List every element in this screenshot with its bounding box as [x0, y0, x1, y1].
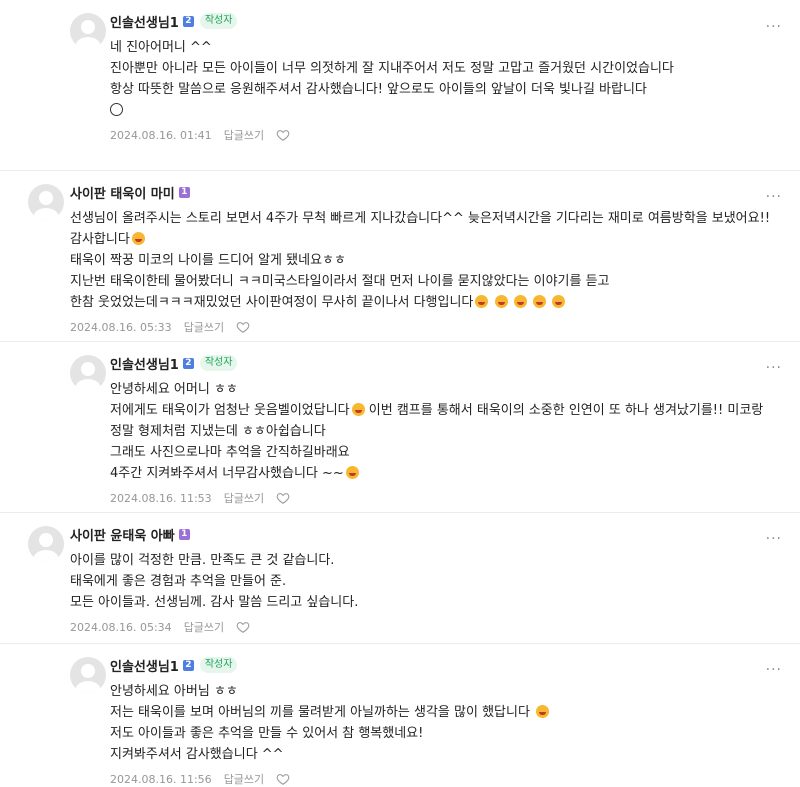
comment-line-text: 저는 태욱이를 보며 아버님의 끼를 물려받게 아닐까하는 생각을 많이 했답니…: [110, 705, 530, 720]
author-badge: 작성자: [199, 13, 238, 29]
comment-meta: 2024.08.16. 11:53 답글쓰기: [110, 490, 780, 506]
comment-text: 선생님이 올려주시는 스토리 보면서 4주가 무척 빠르게 지나갔습니다^^ 늦…: [70, 208, 780, 313]
comment-line: 항상 따뜻한 말씀으로 응원해주셔서 감사했습니다! 앞으로도 아이들의 앞날이…: [110, 79, 780, 100]
comment-line: 지켜봐주셔서 감사했습니다 ^^: [110, 747, 284, 762]
comment-line: 아이를 많이 걱정한 만큼. 만족도 큰 것 같습니다.: [70, 553, 335, 568]
level-badge-icon: 1: [178, 186, 190, 198]
comment-line: 네 진아어머니 ^^: [110, 40, 212, 55]
grin-emoji-icon: [513, 295, 527, 308]
reply-button[interactable]: 답글쓰기: [224, 127, 264, 143]
author-badge: 작성자: [199, 657, 238, 673]
comment-line: 그래도 사진으로나마 추억을 간직하길바래요: [110, 445, 350, 460]
comment-body: 사이판 태욱이 마미 1 선생님이 올려주시는 스토리 보면서 4주가 무척 빠…: [70, 181, 780, 335]
comment-text: 네 진아어머니 ^^ 진아뿐만 아니라 모든 아이들이 너무 의젓하게 잘 지내…: [110, 37, 780, 121]
nickname[interactable]: 인솔선생님1: [110, 656, 179, 675]
comment-line: 한참 웃었었는데ㅋㅋㅋ재밌었던 사이판여정이 무사히 끝이나서 다행입니다: [70, 292, 780, 313]
comment-line: [110, 100, 780, 121]
avatar[interactable]: [70, 355, 106, 391]
comment-line: 모든 아이들과. 선생님께. 감사 말씀 드리고 싶습니다.: [70, 595, 359, 610]
grin-emoji-icon: [131, 232, 145, 245]
comment-item: ··· 사이판 태욱이 마미 1 선생님이 올려주시는 스토리 보면서 4주가 …: [0, 171, 800, 342]
comment-item: ··· 사이판 윤태욱 아빠 1 아이를 많이 걱정한 만큼. 만족도 큰 것 …: [0, 513, 800, 644]
comment-line: 저도 아이들과 좋은 추억을 만들 수 있어서 참 행복했네요!: [110, 726, 424, 741]
comment-body: 인솔선생님1 2 작성자 안녕하세요 아버님 ㅎㅎ 저는 태욱이를 보며 아버님…: [110, 654, 780, 787]
heart-icon[interactable]: [276, 491, 290, 505]
comment-line: 선생님이 올려주시는 스토리 보면서 4주가 무척 빠르게 지나갔습니다^^ 늦…: [70, 208, 780, 250]
comment-line-text: 한참 웃었었는데ㅋㅋㅋ재밌었던 사이판여정이 무사히 끝이나서 다행입니다: [70, 295, 474, 310]
comment-date: 2024.08.16. 05:34: [70, 620, 172, 634]
grin-emoji-icon: [494, 295, 508, 308]
comment-line: 진아뿐만 아니라 모든 아이들이 너무 의젓하게 잘 지내주어서 저도 정말 고…: [110, 61, 674, 76]
comment-body: 인솔선생님1 2 작성자 네 진아어머니 ^^ 진아뿐만 아니라 모든 아이들이…: [110, 10, 780, 143]
comment-header: 인솔선생님1 2 작성자: [110, 10, 780, 32]
comment-header: 사이판 윤태욱 아빠 1: [70, 523, 780, 545]
comment-line: 4주간 지켜봐주셔서 너무감사했습니다 ~~: [110, 463, 780, 484]
reply-button[interactable]: 답글쓰기: [184, 319, 224, 335]
comment-body: 사이판 윤태욱 아빠 1 아이를 많이 걱정한 만큼. 만족도 큰 것 같습니다…: [70, 523, 780, 635]
comment-date: 2024.08.16. 01:41: [110, 128, 212, 142]
grin-emoji-icon: [475, 295, 489, 308]
comment-meta: 2024.08.16. 05:34 답글쓰기: [70, 619, 780, 635]
reply-button[interactable]: 답글쓰기: [224, 771, 264, 787]
comment-item: ··· 인솔선생님1 2 작성자 네 진아어머니 ^^ 진아뿐만 아니라 모든 …: [0, 0, 800, 171]
level-badge-icon: 2: [182, 15, 194, 27]
comment-meta: 2024.08.16. 05:33 답글쓰기: [70, 319, 780, 335]
comment-line: 태욱이 짝꿍 미코의 나이를 드디어 알게 됐네요ㅎㅎ: [70, 253, 346, 268]
comment-text: 안녕하세요 어머니 ㅎㅎ 저에게도 태욱이가 엄청난 웃음벨이었답니다 이번 캠…: [110, 379, 780, 484]
heart-icon[interactable]: [276, 772, 290, 786]
comment-item: ··· 인솔선생님1 2 작성자 안녕하세요 어머니 ㅎㅎ 저에게도 태욱이가 …: [0, 342, 800, 513]
comment-meta: 2024.08.16. 01:41 답글쓰기: [110, 127, 780, 143]
grin-emoji-icon: [551, 295, 565, 308]
avatar[interactable]: [70, 657, 106, 693]
author-badge: 작성자: [199, 355, 238, 371]
nickname[interactable]: 사이판 태욱이 마미: [70, 183, 175, 202]
comment-line: 안녕하세요 어머니 ㅎㅎ: [110, 382, 238, 397]
grin-emoji-icon: [536, 705, 550, 718]
comment-header: 인솔선생님1 2 작성자: [110, 654, 780, 676]
comment-date: 2024.08.16. 05:33: [70, 320, 172, 334]
nickname[interactable]: 사이판 윤태욱 아빠: [70, 525, 175, 544]
avatar[interactable]: [70, 13, 106, 49]
smiling-face-emoji-icon: [345, 466, 359, 479]
avatar[interactable]: [28, 526, 64, 562]
grin-emoji-icon: [351, 403, 365, 416]
comment-line: 저에게도 태욱이가 엄청난 웃음벨이었답니다 이번 캠프를 통해서 태욱이의 소…: [110, 400, 780, 442]
comment-body: 인솔선생님1 2 작성자 안녕하세요 어머니 ㅎㅎ 저에게도 태욱이가 엄청난 …: [110, 352, 780, 506]
level-badge-icon: 1: [178, 528, 190, 540]
level-badge-icon: 2: [182, 357, 194, 369]
comment-line-text: 저에게도 태욱이가 엄청난 웃음벨이었답니다: [110, 403, 350, 418]
grin-emoji-icon: [532, 295, 546, 308]
comment-line: 지난번 태욱이한테 물어봤더니 ㅋㅋ미국스타일이라서 절대 먼저 나이를 묻지않…: [70, 274, 610, 289]
avatar[interactable]: [28, 184, 64, 220]
comment-text: 안녕하세요 아버님 ㅎㅎ 저는 태욱이를 보며 아버님의 끼를 물려받게 아닐까…: [110, 681, 780, 765]
comment-date: 2024.08.16. 11:56: [110, 772, 212, 786]
heart-icon[interactable]: [236, 620, 250, 634]
comment-date: 2024.08.16. 11:53: [110, 491, 212, 505]
comment-line: 태욱에게 좋은 경험과 추억을 만들어 준.: [70, 574, 287, 589]
comment-line: 안녕하세요 아버님 ㅎㅎ: [110, 684, 238, 699]
smile-emoji-icon: [110, 103, 123, 116]
comment-line-text: 선생님이 올려주시는 스토리 보면서 4주가 무척 빠르게 지나갔습니다^^ 늦…: [70, 211, 771, 247]
comment-line-text: 항상 따뜻한 말씀으로 응원해주셔서 감사했습니다! 앞으로도 아이들의 앞날이…: [110, 82, 647, 97]
comment-meta: 2024.08.16. 11:56 답글쓰기: [110, 771, 780, 787]
comment-item: ··· 인솔선생님1 2 작성자 안녕하세요 아버님 ㅎㅎ 저는 태욱이를 보며…: [0, 644, 800, 787]
heart-icon[interactable]: [236, 320, 250, 334]
level-badge-icon: 2: [182, 659, 194, 671]
comment-text: 아이를 많이 걱정한 만큼. 만족도 큰 것 같습니다. 태욱에게 좋은 경험과…: [70, 550, 780, 613]
reply-button[interactable]: 답글쓰기: [224, 490, 264, 506]
heart-icon[interactable]: [276, 128, 290, 142]
nickname[interactable]: 인솔선생님1: [110, 12, 179, 31]
nickname[interactable]: 인솔선생님1: [110, 354, 179, 373]
comment-line-text: 4주간 지켜봐주셔서 너무감사했습니다 ~~: [110, 466, 344, 481]
comment-header: 인솔선생님1 2 작성자: [110, 352, 780, 374]
comment-header: 사이판 태욱이 마미 1: [70, 181, 780, 203]
reply-button[interactable]: 답글쓰기: [184, 619, 224, 635]
comment-line: 저는 태욱이를 보며 아버님의 끼를 물려받게 아닐까하는 생각을 많이 했답니…: [110, 702, 780, 723]
